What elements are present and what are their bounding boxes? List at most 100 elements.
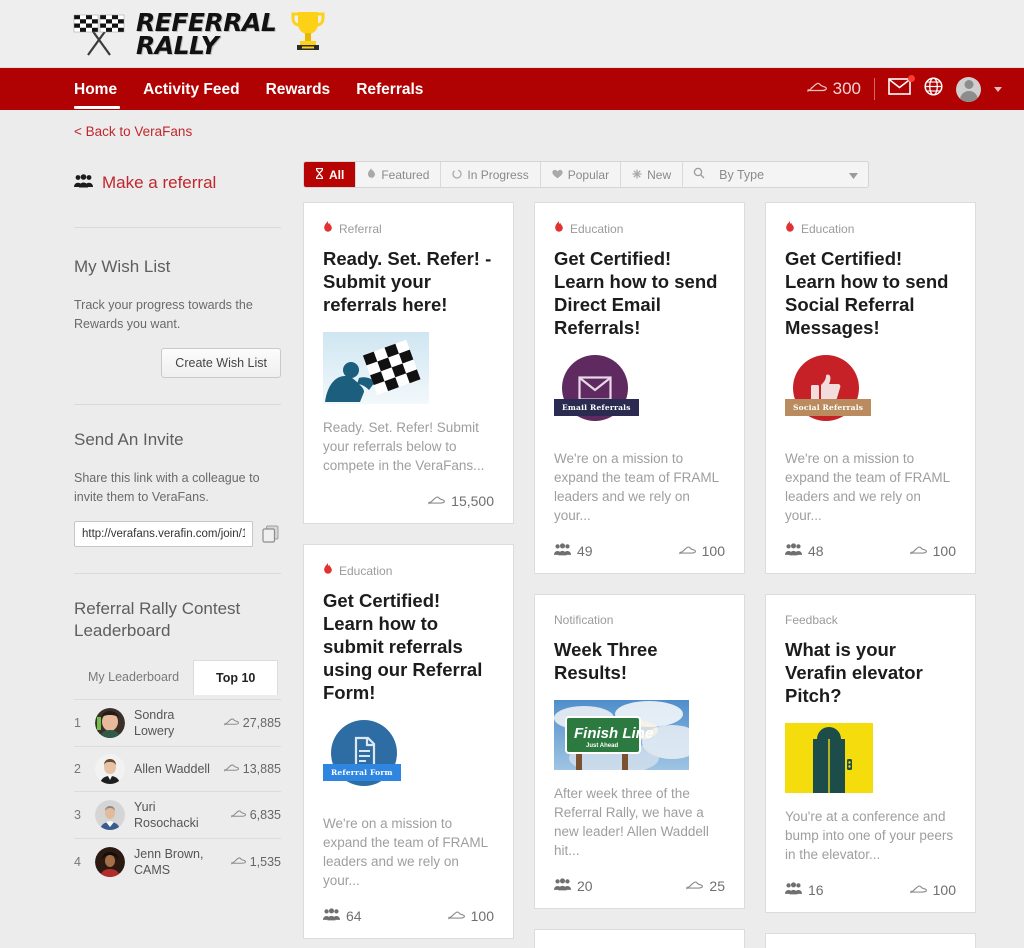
invite-link-input[interactable]	[74, 521, 253, 547]
card-description: We're on a mission to expand the team of…	[554, 451, 719, 523]
card-points: 15,500	[428, 493, 494, 509]
badge-ribbon: Email Referrals	[554, 399, 639, 416]
card-category: Education	[554, 221, 725, 236]
nav-item-referrals[interactable]: Referrals	[343, 70, 436, 110]
tab-top-10[interactable]: Top 10	[193, 660, 279, 695]
card-category-label: Referral	[339, 221, 382, 236]
leaderboard-points: 1,535	[230, 855, 281, 869]
table-row[interactable]: 3 Yuri Rosochacki 6,835	[74, 791, 281, 838]
make-a-referral-link[interactable]: Make a referral	[74, 173, 281, 193]
table-row[interactable]: 1 Sondra Lowery 27,885	[74, 699, 281, 746]
avatar	[95, 800, 125, 830]
globe-icon[interactable]	[924, 77, 943, 101]
divider-1	[74, 227, 281, 228]
main-navigation: Home Activity Feed Rewards Referrals 300	[0, 68, 1024, 110]
card-points-value: 15,500	[451, 493, 494, 509]
content-card[interactable]: Education Get Certified! Learn how to se…	[534, 202, 745, 574]
leaderboard-name: Yuri Rosochacki	[134, 800, 199, 830]
svg-text:Finish Line: Finish Line	[574, 725, 653, 742]
card-participants: 16	[785, 882, 824, 898]
copy-link-button[interactable]	[259, 521, 281, 547]
points-balance[interactable]: 300	[806, 79, 861, 99]
tab-my-leaderboard[interactable]: My Leaderboard	[74, 660, 193, 695]
card-points-value: 100	[470, 908, 494, 924]
content-card[interactable]: Notification Week Three Results! Finish …	[534, 594, 745, 909]
card-category: Education	[323, 563, 494, 578]
filter-tab-featured-label: Featured	[381, 167, 430, 182]
nav-item-rewards[interactable]: Rewards	[253, 70, 344, 110]
page-body: Make a referral My Wish List Track your …	[0, 139, 1024, 948]
card-category: Feedback	[785, 613, 956, 627]
send-invite-heading: Send An Invite	[74, 430, 184, 449]
brand-line-2: RALLY	[136, 30, 219, 60]
brand-logo[interactable]: REFERRAL RALLY	[70, 8, 328, 59]
flame-icon	[554, 221, 564, 236]
card-footer: 16 100	[785, 882, 956, 898]
nav-item-home[interactable]: Home	[70, 70, 130, 110]
shoe-icon	[909, 882, 927, 898]
card-category-label: Education	[801, 221, 855, 236]
card-participants: 48	[785, 543, 824, 559]
filter-tab-all[interactable]: All	[304, 162, 357, 187]
leaderboard-heading: Referral Rally Contest Leaderboard	[74, 599, 241, 640]
people-group-icon	[323, 908, 340, 924]
card-points: 25	[686, 878, 725, 894]
sidebar: Make a referral My Wish List Track your …	[74, 161, 281, 948]
filter-tab-new[interactable]: New	[621, 162, 684, 187]
card-category-label: Education	[570, 221, 624, 236]
card-participants-value: 48	[808, 543, 824, 559]
content-card[interactable]: Referral Ready. Set. Refer! - Submit you…	[303, 202, 514, 524]
filter-tab-featured[interactable]: Featured	[356, 162, 442, 187]
nav-items: Home Activity Feed Rewards Referrals	[70, 68, 436, 110]
leaderboard-name: Sondra Lowery	[134, 708, 175, 738]
create-wish-list-button[interactable]: Create Wish List	[161, 348, 281, 378]
wishlist-description: Track your progress towards the Rewards …	[74, 298, 253, 331]
card-column-3: Education Get Certified! Learn how to se…	[765, 202, 976, 948]
messages-button[interactable]	[888, 75, 915, 100]
card-title: Get Certified! Learn how to submit refer…	[323, 590, 483, 703]
card-points-value: 100	[701, 543, 725, 559]
leaderboard-name: Allen Waddell	[134, 762, 210, 776]
envelope-icon	[888, 78, 911, 100]
content-card[interactable]: Education Get Certified! Learn how to su…	[303, 544, 514, 939]
divider-3	[74, 573, 281, 574]
card-description: You're at a conference and bump into one…	[785, 809, 954, 862]
search-icon	[693, 166, 705, 184]
by-type-dropdown[interactable]: By Type	[705, 168, 868, 182]
back-to-verafans-link[interactable]: < Back to VeraFans	[0, 110, 1024, 139]
content-card[interactable]: Education Get Certified! Learn how to se…	[765, 202, 976, 574]
people-group-icon	[785, 543, 802, 559]
card-category-label: Feedback	[785, 613, 838, 627]
flame-icon	[367, 167, 376, 182]
card-footer: 49 100	[554, 543, 725, 559]
filter-tab-in-progress[interactable]: In Progress	[441, 162, 541, 187]
card-participants: 64	[323, 908, 362, 924]
card-points-value: 100	[932, 543, 956, 559]
brand-wordmark: REFERRAL RALLY	[136, 10, 277, 60]
filter-tab-in-progress-label: In Progress	[467, 167, 529, 182]
card-media	[785, 723, 956, 793]
nav-divider	[874, 78, 875, 100]
filter-tab-all-label: All	[329, 167, 345, 182]
table-row[interactable]: 2 Allen Waddell 13,885	[74, 746, 281, 791]
shoe-icon	[678, 543, 696, 559]
shoe-icon	[447, 908, 465, 924]
flame-icon	[323, 221, 333, 236]
notification-dot	[908, 75, 915, 82]
filter-tab-popular[interactable]: Popular	[541, 162, 622, 187]
heart-icon	[552, 168, 563, 182]
circle-icon	[452, 168, 463, 182]
content-card[interactable]: Notification Start Here! Learn about the…	[765, 933, 976, 948]
card-grid: Referral Ready. Set. Refer! - Submit you…	[303, 202, 976, 948]
invite-link-row	[74, 521, 281, 547]
user-avatar[interactable]	[956, 76, 981, 102]
card-title: Get Certified! Learn how to send Social …	[785, 248, 949, 338]
nav-item-activity-feed[interactable]: Activity Feed	[130, 70, 252, 110]
hourglass-icon	[315, 167, 324, 182]
table-row[interactable]: 4 Jenn Brown, CAMS 1,535	[74, 838, 281, 885]
chevron-down-icon[interactable]	[994, 86, 1002, 92]
card-description: After week three of the Referral Rally, …	[554, 786, 709, 858]
content-card[interactable]: Feedback What is your Verafin elevator P…	[765, 594, 976, 913]
content-card[interactable]: Education Get On The Right	[534, 929, 745, 948]
filter-tab-new-label: New	[647, 167, 672, 182]
